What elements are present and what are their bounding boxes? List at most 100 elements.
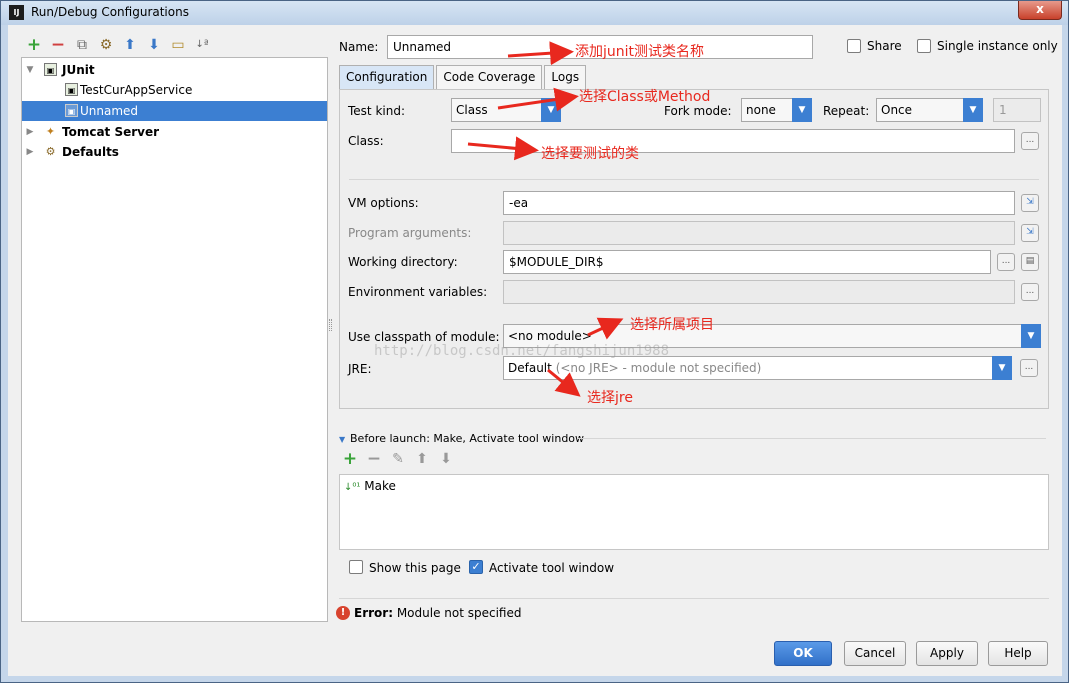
error-text: Module not specified: [396, 606, 522, 620]
error-prefix: Error:: [354, 606, 393, 620]
tree-item-label: Unnamed: [80, 104, 139, 118]
name-label: Name:: [339, 40, 379, 54]
env-vars-label: Environment variables:: [348, 285, 488, 299]
test-kind-value: Class: [456, 103, 488, 117]
insert-macro-icon[interactable]: ▤: [1021, 253, 1039, 271]
program-args-field: [503, 221, 1015, 245]
repeat-value: Once: [881, 103, 913, 117]
add-icon[interactable]: +: [342, 451, 358, 468]
ok-button[interactable]: OK: [774, 641, 832, 666]
chevron-down-icon[interactable]: ▼: [541, 98, 561, 122]
tab-configuration[interactable]: Configuration: [339, 65, 435, 89]
list-item-label: Make: [364, 479, 396, 493]
tree-item-label: TestCurAppService: [80, 83, 193, 97]
tree-item-unnamed[interactable]: ▣ Unnamed: [22, 101, 327, 121]
chevron-down-icon[interactable]: ▼: [792, 98, 812, 122]
separator: [577, 438, 1046, 439]
repeat-select[interactable]: Once ▼: [876, 98, 983, 122]
working-dir-browse-button[interactable]: ...: [997, 253, 1015, 271]
intellij-app-icon: IJ: [9, 5, 24, 20]
splitter-handle[interactable]: [329, 319, 332, 331]
tree-item-tomcat-server[interactable]: ▶ ✦ Tomcat Server: [22, 122, 327, 142]
env-vars-browse-button[interactable]: ...: [1021, 283, 1039, 301]
make-icon: ↓⁰¹: [344, 482, 361, 493]
apply-button[interactable]: Apply: [916, 641, 978, 666]
copy-icon[interactable]: ⧉: [74, 37, 90, 53]
title-bar[interactable]: IJ Run/Debug Configurations x: [1, 1, 1068, 25]
single-instance-label: Single instance only: [937, 39, 1058, 53]
test-kind-select[interactable]: Class ▼: [451, 98, 561, 122]
activate-tool-label: Activate tool window: [489, 561, 615, 575]
tree-item-testcurappservice[interactable]: ▣ TestCurAppService: [22, 80, 327, 100]
move-up-icon[interactable]: ⬆: [414, 451, 430, 467]
cancel-button[interactable]: Cancel: [844, 641, 906, 666]
single-instance-checkbox[interactable]: [917, 39, 931, 53]
show-page-checkbox[interactable]: [349, 560, 363, 574]
working-dir-label: Working directory:: [348, 255, 458, 269]
jre-browse-button[interactable]: ...: [1020, 359, 1038, 377]
chevron-down-icon[interactable]: ▼: [1021, 324, 1041, 348]
move-down-icon[interactable]: ⬇: [146, 37, 162, 53]
sort-icon[interactable]: ↓ª: [194, 37, 210, 53]
jre-label: JRE:: [348, 362, 372, 376]
tree-item-label: Tomcat Server: [62, 125, 160, 139]
annotation-module: 选择所属项目: [630, 317, 714, 333]
window-title: Run/Debug Configurations: [31, 5, 189, 19]
collapse-arrow-icon[interactable]: ▼: [339, 435, 345, 444]
before-launch-title[interactable]: Before launch: Make, Activate tool windo…: [350, 431, 584, 447]
close-button[interactable]: x: [1018, 1, 1062, 20]
program-args-label: Program arguments:: [348, 226, 472, 240]
tab-code-coverage[interactable]: Code Coverage: [436, 65, 543, 89]
classpath-module-value: <no module>: [508, 329, 592, 343]
env-vars-field: [503, 280, 1015, 304]
annotation-name: 添加junit测试类名称: [575, 44, 705, 60]
wrench-icon[interactable]: ⚙: [98, 37, 114, 53]
remove-icon[interactable]: −: [50, 37, 66, 54]
junit-icon: ▣: [44, 63, 57, 76]
collapse-arrow-icon[interactable]: ▶: [25, 142, 35, 162]
chevron-down-icon[interactable]: ▼: [992, 356, 1012, 380]
expand-editor-icon[interactable]: ⇲: [1021, 224, 1039, 242]
watermark: http://blog.csdn.net/fangshijun1988: [374, 343, 670, 359]
wrench-icon: ⚙: [45, 145, 56, 158]
before-launch-list: ↓⁰¹ Make: [339, 474, 1049, 550]
tree-item-label: JUnit: [62, 63, 95, 77]
add-icon[interactable]: +: [26, 37, 42, 54]
jre-select[interactable]: Default (<no JRE> - module not specified…: [503, 356, 1012, 380]
jre-hint: (<no JRE> - module not specified): [555, 361, 762, 375]
junit-test-icon: ▣: [65, 104, 78, 117]
fork-mode-select[interactable]: none ▼: [741, 98, 812, 122]
separator: [349, 179, 1039, 180]
vm-options-label: VM options:: [348, 196, 419, 210]
tab-bar: Configuration Code Coverage Logs: [339, 65, 588, 89]
class-field[interactable]: [451, 129, 1015, 153]
move-down-icon[interactable]: ⬇: [438, 451, 454, 467]
help-button[interactable]: Help: [988, 641, 1048, 666]
error-icon: !: [336, 606, 350, 620]
remove-icon[interactable]: −: [366, 451, 382, 468]
edit-icon[interactable]: ✎: [390, 451, 406, 467]
repeat-count-field: 1: [993, 98, 1041, 122]
vm-options-field[interactable]: -ea: [503, 191, 1015, 215]
config-toolbar: + − ⧉ ⚙ ⬆ ⬇ ▭ ↓ª: [26, 35, 210, 55]
before-launch-toolbar: + − ✎ ⬆ ⬇: [342, 451, 454, 468]
annotation-jre: 选择jre: [587, 390, 633, 406]
working-dir-field[interactable]: $MODULE_DIR$: [503, 250, 991, 274]
folder-icon[interactable]: ▭: [170, 37, 186, 53]
expand-arrow-icon[interactable]: ▼: [25, 60, 35, 80]
run-debug-dialog: IJ Run/Debug Configurations x + − ⧉ ⚙ ⬆ …: [0, 0, 1069, 683]
tree-item-label: Defaults: [62, 145, 119, 159]
tree-item-defaults[interactable]: ▶ ⚙ Defaults: [22, 142, 327, 162]
repeat-label: Repeat:: [823, 104, 870, 118]
share-checkbox[interactable]: [847, 39, 861, 53]
activate-tool-checkbox[interactable]: ✓: [469, 560, 483, 574]
chevron-down-icon[interactable]: ▼: [963, 98, 983, 122]
annotation-test-kind: 选择Class或Method: [579, 89, 711, 105]
collapse-arrow-icon[interactable]: ▶: [25, 122, 35, 142]
tree-item-junit[interactable]: ▼ ▣ JUnit: [22, 60, 327, 80]
expand-editor-icon[interactable]: ⇲: [1021, 194, 1039, 212]
move-up-icon[interactable]: ⬆: [122, 37, 138, 53]
class-browse-button[interactable]: ...: [1021, 132, 1039, 150]
list-item[interactable]: ↓⁰¹ Make: [344, 477, 396, 495]
junit-test-icon: ▣: [65, 83, 78, 96]
